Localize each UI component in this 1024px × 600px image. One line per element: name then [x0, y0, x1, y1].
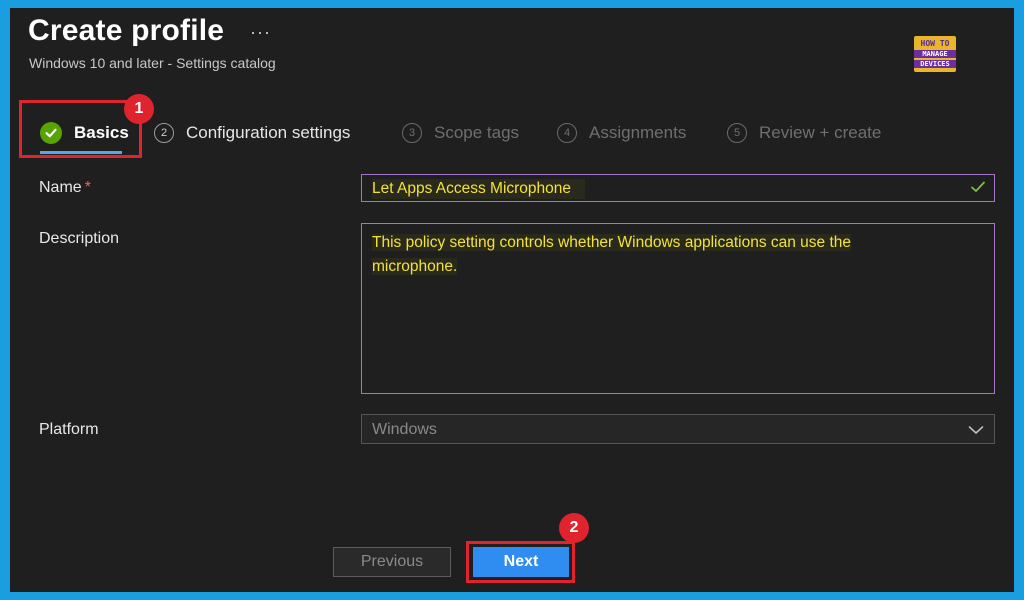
platform-value: Windows — [372, 421, 437, 438]
more-options-icon[interactable]: ··· — [250, 22, 271, 43]
page-subtitle: Windows 10 and later - Settings catalog — [29, 55, 276, 71]
previous-button[interactable]: Previous — [333, 547, 451, 577]
tab-scope-tags[interactable]: 3 Scope tags — [402, 113, 519, 153]
tab-label: Configuration settings — [186, 123, 351, 142]
wizard-steps: Basics 2 Configuration settings 3 Scope … — [10, 113, 1014, 154]
tab-configuration-settings[interactable]: 2 Configuration settings — [154, 113, 350, 153]
platform-label: Platform — [39, 421, 99, 438]
step-number: 2 — [154, 123, 174, 143]
brand-logo: HOW TO MANAGE DEVICES — [914, 36, 956, 72]
description-textarea[interactable]: This policy setting controls whether Win… — [361, 223, 995, 394]
tab-label: Review + create — [759, 123, 882, 142]
chevron-down-icon — [968, 423, 984, 441]
logo-line-3: DEVICES — [914, 60, 956, 68]
step-number: 4 — [557, 123, 577, 143]
platform-select[interactable]: Windows — [361, 414, 995, 444]
tab-label: Assignments — [589, 123, 687, 142]
description-label: Description — [39, 230, 120, 247]
name-input[interactable]: Let Apps Access Microphone — [361, 174, 995, 202]
tab-assignments[interactable]: 4 Assignments — [557, 113, 686, 153]
description-value: This policy setting controls whether Win… — [372, 231, 892, 279]
name-value: Let Apps Access Microphone — [372, 179, 586, 199]
required-mark: * — [84, 179, 91, 196]
create-profile-panel: Create profile ··· Windows 10 and later … — [10, 8, 1014, 592]
name-label-text: Name — [39, 179, 82, 196]
description-text: This policy setting controls whether Win… — [372, 234, 852, 275]
page-title: Create profile — [28, 14, 225, 47]
name-label: Name * — [39, 179, 91, 197]
logo-line-2: MANAGE — [914, 50, 956, 58]
annotation-badge-1: 1 — [124, 94, 154, 124]
step-number: 5 — [727, 123, 747, 143]
tab-label: Scope tags — [434, 123, 520, 142]
annotation-box-next — [466, 541, 575, 583]
annotation-badge-2: 2 — [559, 513, 589, 543]
tab-review-create[interactable]: 5 Review + create — [727, 113, 881, 153]
checkmark-icon — [970, 180, 986, 199]
logo-line-1: HOW TO — [920, 39, 950, 48]
step-number: 3 — [402, 123, 422, 143]
